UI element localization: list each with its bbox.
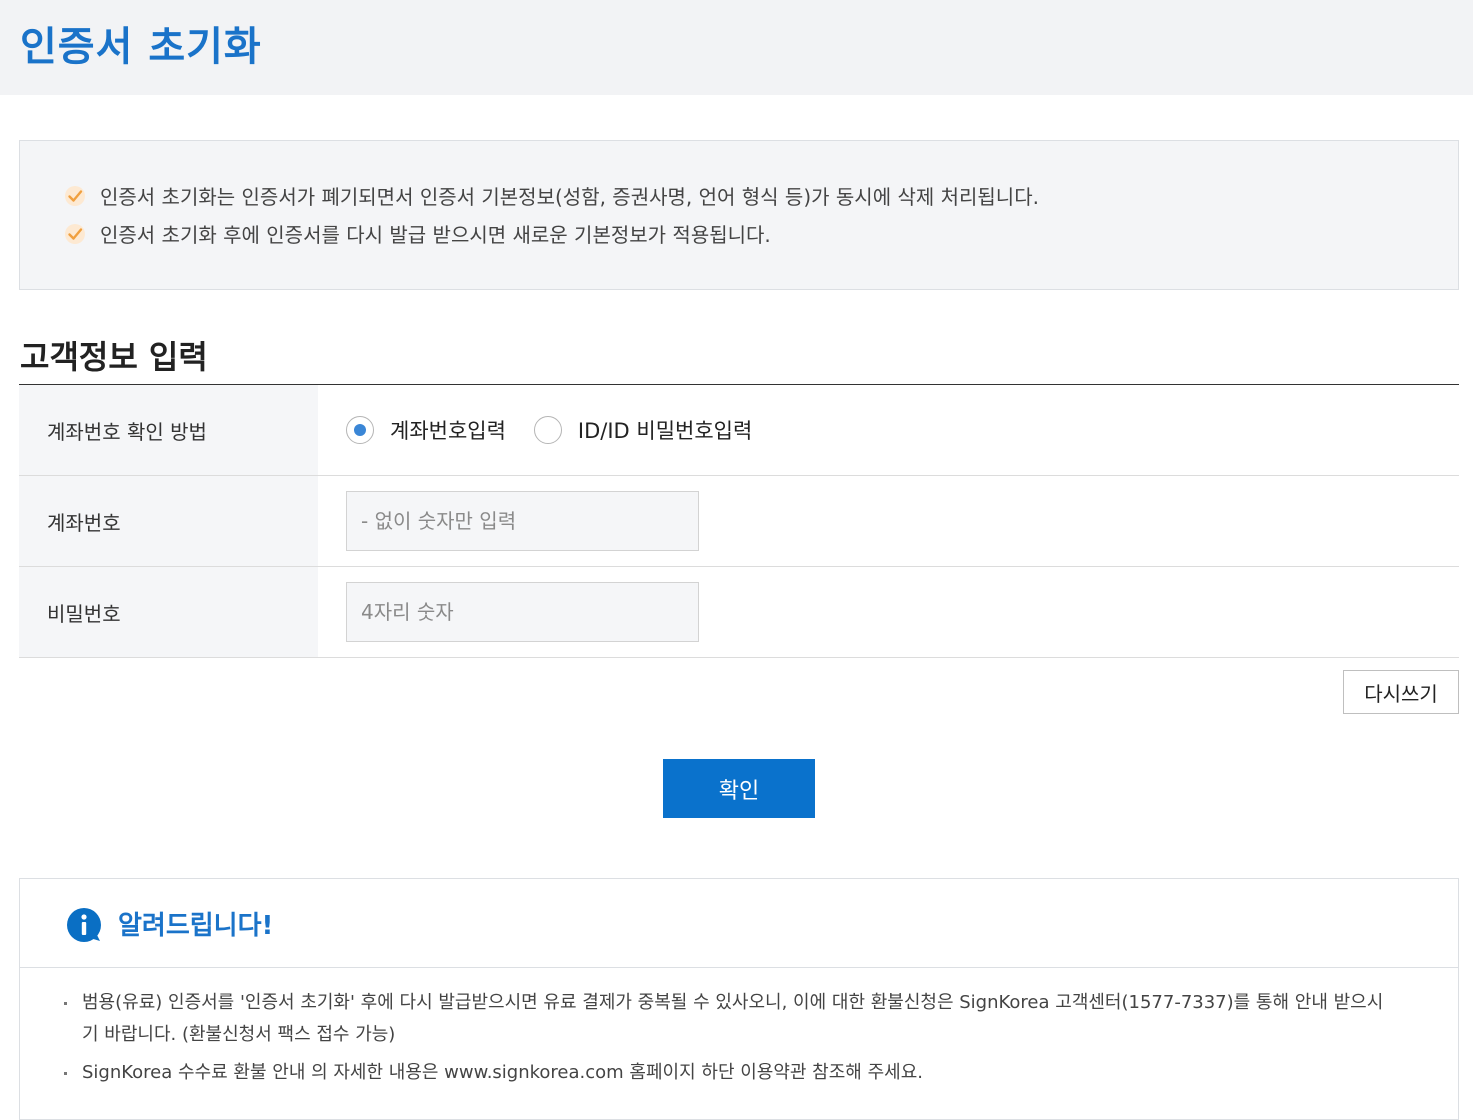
account-number-input[interactable]	[346, 491, 699, 551]
password-cell	[346, 567, 699, 657]
notice-box: 인증서 초기화는 인증서가 폐기되면서 인증서 기본정보(성함, 증권사명, 언…	[19, 140, 1459, 290]
account-label: 계좌번호	[19, 476, 318, 566]
radio-account-number[interactable]: 계좌번호입력	[346, 415, 506, 445]
radio-label[interactable]: 계좌번호입력	[390, 415, 506, 445]
page-header: 인증서 초기화	[0, 0, 1473, 95]
confirm-button[interactable]: 확인	[663, 759, 815, 818]
radio-unchecked-icon[interactable]	[533, 416, 562, 444]
radio-checked-icon[interactable]	[346, 416, 374, 444]
form-row-account: 계좌번호	[19, 476, 1459, 567]
info-item: 범용(유료) 인증서를 '인증서 초기화' 후에 다시 발급받으시면 유료 결제…	[64, 987, 1384, 1051]
info-list: 범용(유료) 인증서를 '인증서 초기화' 후에 다시 발급받으시면 유료 결제…	[64, 987, 1384, 1089]
check-icon	[65, 185, 85, 206]
notice-item: 인증서 초기화 후에 인증서를 다시 발급 받으시면 새로운 기본정보가 적용됩…	[64, 219, 771, 248]
form-row-method: 계좌번호 확인 방법 계좌번호입력 ID/ID 비밀번호입력	[19, 385, 1459, 476]
notice-item: 인증서 초기화는 인증서가 폐기되면서 인증서 기본정보(성함, 증권사명, 언…	[64, 181, 1039, 210]
radio-label[interactable]: ID/ID 비밀번호입력	[578, 415, 752, 445]
reset-button[interactable]: 다시쓰기	[1343, 670, 1459, 714]
password-input[interactable]	[346, 582, 699, 642]
method-label: 계좌번호 확인 방법	[19, 385, 318, 475]
notice-text: 인증서 초기화는 인증서가 폐기되면서 인증서 기본정보(성함, 증권사명, 언…	[100, 185, 1039, 209]
info-box: 알려드립니다! 범용(유료) 인증서를 '인증서 초기화' 후에 다시 발급받으…	[19, 878, 1459, 1120]
info-title: 알려드립니다!	[118, 911, 274, 941]
page-title: 인증서 초기화	[20, 24, 262, 70]
form-row-password: 비밀번호	[19, 567, 1459, 658]
info-header: 알려드립니다!	[20, 879, 1458, 968]
password-label: 비밀번호	[19, 567, 318, 657]
radio-id-password[interactable]: ID/ID 비밀번호입력	[533, 415, 752, 445]
section-title: 고객정보 입력	[20, 338, 208, 376]
account-cell	[346, 476, 699, 566]
info-item: SignKorea 수수료 환불 안내 의 자세한 내용은 www.signko…	[64, 1057, 1384, 1089]
method-options: 계좌번호입력 ID/ID 비밀번호입력	[346, 385, 780, 475]
notice-text: 인증서 초기화 후에 인증서를 다시 발급 받으시면 새로운 기본정보가 적용됩…	[100, 223, 771, 247]
customer-info-form: 계좌번호 확인 방법 계좌번호입력 ID/ID 비밀번호입력 계좌번호 비밀번호	[19, 384, 1459, 658]
info-icon	[67, 908, 101, 942]
check-icon	[65, 223, 85, 244]
